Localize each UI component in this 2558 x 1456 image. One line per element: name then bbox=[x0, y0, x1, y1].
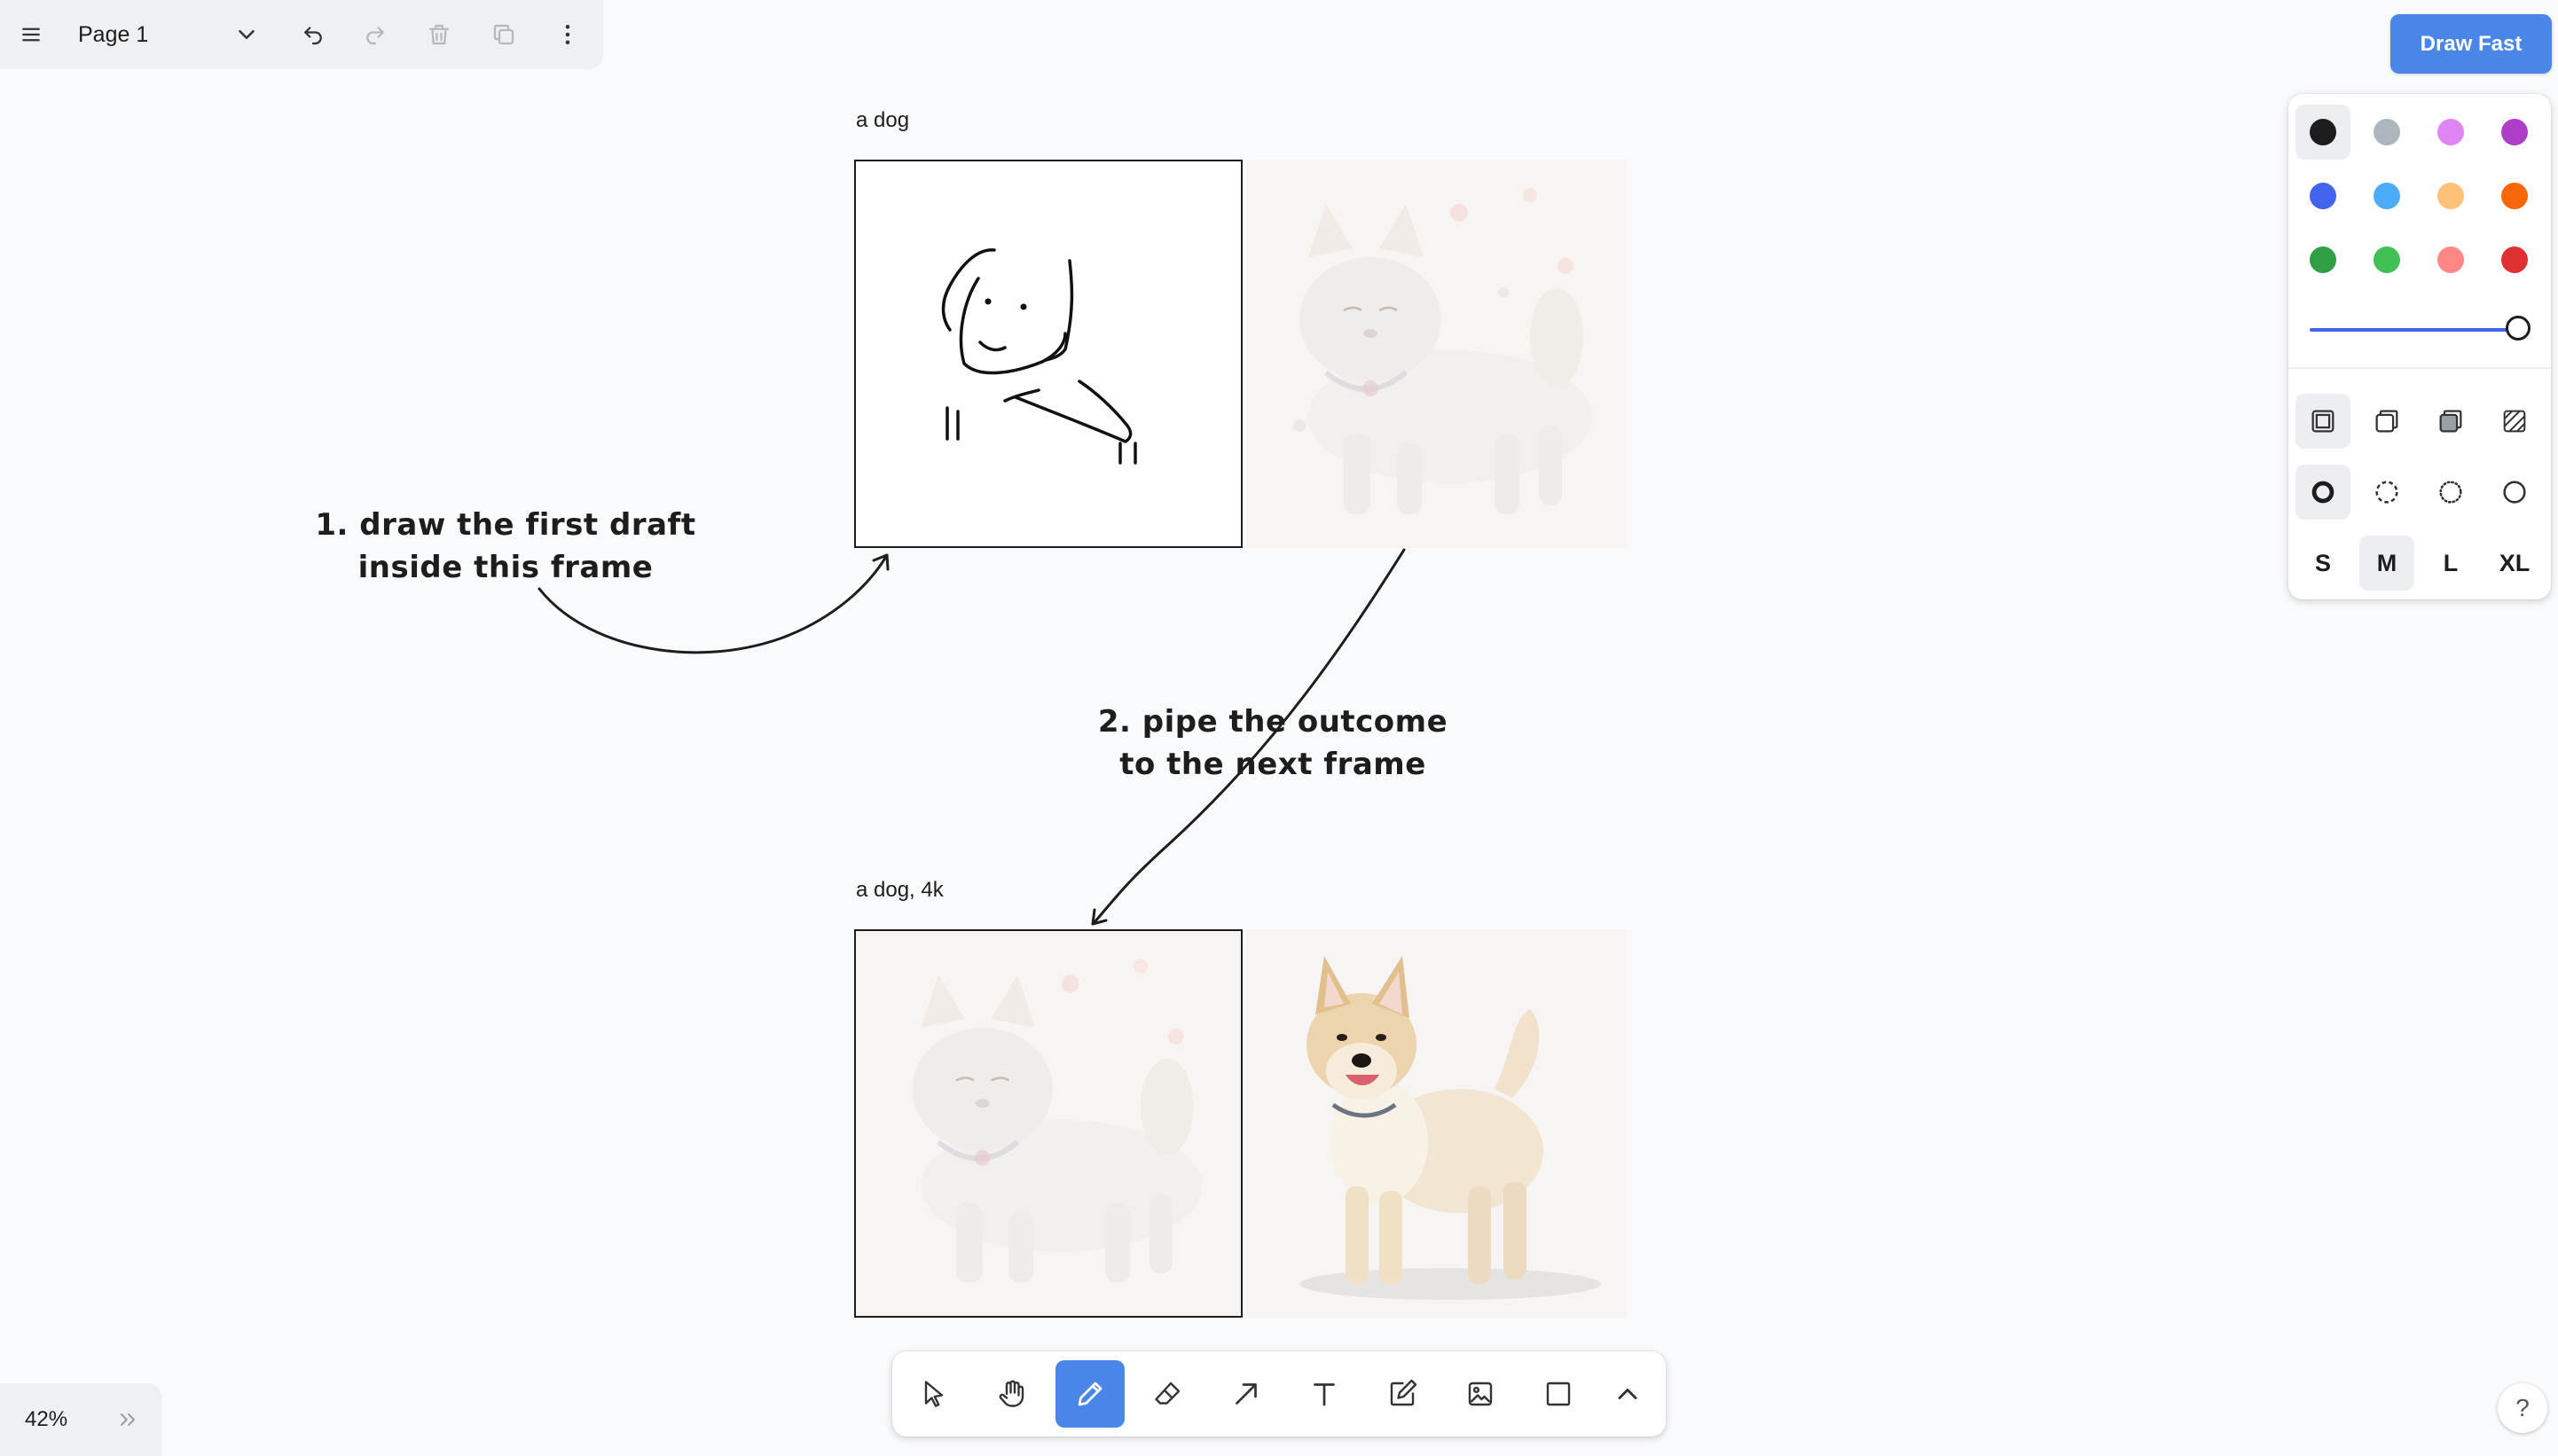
draw-tool[interactable] bbox=[1055, 1360, 1125, 1428]
draw-icon bbox=[1078, 1382, 1102, 1406]
eraser-icon bbox=[1155, 1382, 1181, 1405]
rectangle-icon bbox=[1546, 1382, 1571, 1406]
refine-frame[interactable] bbox=[854, 929, 1243, 1318]
eraser-tool[interactable] bbox=[1134, 1360, 1203, 1428]
help-icon: ? bbox=[2515, 1394, 2530, 1421]
text-tool[interactable] bbox=[1290, 1360, 1359, 1428]
rectangle-tool[interactable] bbox=[1524, 1360, 1593, 1428]
note-icon bbox=[1390, 1379, 1417, 1406]
select-icon bbox=[924, 1381, 944, 1407]
frame-2-label[interactable]: a dog, 4k bbox=[856, 878, 944, 903]
faded-dog-illustration bbox=[912, 959, 1203, 1283]
arrow-tool[interactable] bbox=[1212, 1360, 1281, 1428]
image-tool[interactable] bbox=[1446, 1360, 1515, 1428]
note-tool[interactable] bbox=[1368, 1360, 1437, 1428]
main-toolbar bbox=[892, 1351, 1666, 1436]
generated-image-final[interactable] bbox=[1246, 929, 1628, 1318]
arrow-note1-to-frame bbox=[537, 553, 889, 654]
expand-minimap-button[interactable] bbox=[110, 1405, 145, 1435]
arrow-icon bbox=[1236, 1383, 1257, 1405]
double-chevron-right-icon bbox=[120, 1413, 136, 1426]
select-tool[interactable] bbox=[899, 1360, 969, 1428]
more-tools-button[interactable] bbox=[1597, 1360, 1659, 1428]
hand-tool[interactable] bbox=[977, 1360, 1047, 1428]
image-icon bbox=[1468, 1382, 1493, 1406]
dog-photo bbox=[1299, 956, 1601, 1300]
zoom-level[interactable]: 42% bbox=[25, 1383, 67, 1456]
chevron-up-icon bbox=[1618, 1389, 1637, 1399]
help-button[interactable]: ? bbox=[2498, 1383, 2547, 1433]
arrow-frame-to-frame bbox=[1093, 548, 1406, 924]
hand-icon bbox=[999, 1380, 1024, 1407]
zoom-panel: 42% bbox=[0, 1383, 161, 1456]
text-icon bbox=[1314, 1383, 1335, 1406]
